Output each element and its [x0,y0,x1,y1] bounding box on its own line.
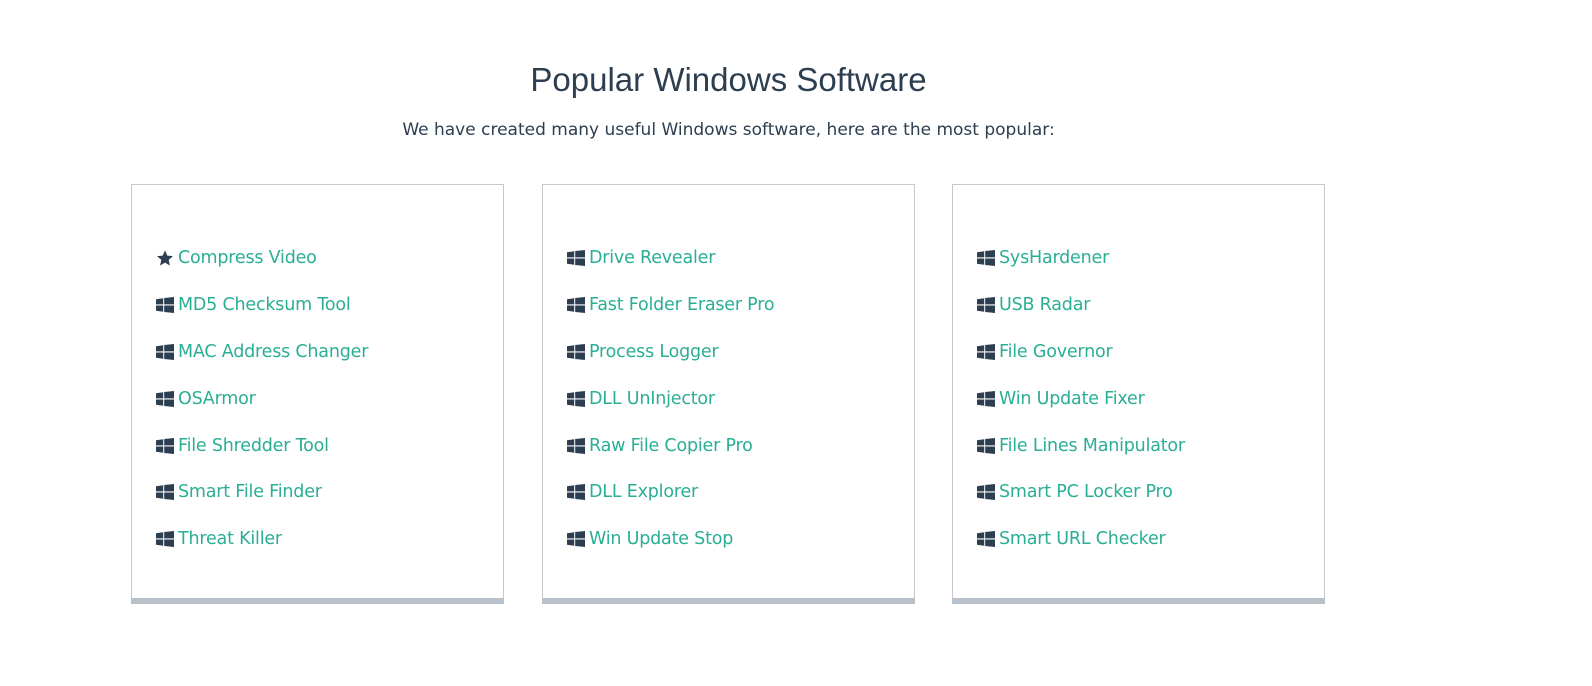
software-link[interactable]: File Shredder Tool [178,434,329,458]
software-link[interactable]: Fast Folder Eraser Pro [589,293,775,317]
windows-icon [566,437,585,454]
windows-icon [566,250,585,267]
list-item: USB Radar [976,282,1185,329]
software-link[interactable]: MD5 Checksum Tool [178,293,351,317]
software-list-3: SysHardener USB Radar File Governor Win Upd… [976,235,1185,563]
windows-icon [155,484,174,501]
popular-software-section: Popular Windows Software We have created… [0,0,1592,686]
windows-icon [566,390,585,407]
software-link[interactable]: Drive Revealer [589,246,715,270]
software-link[interactable]: Process Logger [589,340,719,364]
software-link[interactable]: File Governor [999,340,1113,364]
list-item: OSArmor [155,375,368,422]
list-item: File Governor [976,329,1185,376]
list-item: File Shredder Tool [155,422,368,469]
windows-icon [155,297,174,314]
software-link[interactable]: File Lines Manipulator [999,434,1185,458]
list-item: Smart File Finder [155,469,368,516]
software-card-2: Drive Revealer Fast Folder Eraser Pro Proc… [542,184,915,604]
windows-icon [976,531,995,548]
list-item: Compress Video [155,235,368,282]
list-item: DLL Explorer [566,469,774,516]
software-link[interactable]: DLL UnInjector [589,387,715,411]
software-link[interactable]: DLL Explorer [589,480,698,504]
section-subtitle: We have created many useful Windows soft… [402,120,1055,140]
windows-icon [566,531,585,548]
windows-icon [976,390,995,407]
software-link[interactable]: Smart PC Locker Pro [999,480,1173,504]
software-link[interactable]: SysHardener [999,246,1109,270]
windows-icon [155,437,174,454]
list-item: Fast Folder Eraser Pro [566,282,775,329]
list-item: MAC Address Changer [155,329,368,376]
windows-icon [155,390,174,407]
software-link[interactable]: MAC Address Changer [178,340,368,364]
list-item: Smart URL Checker [976,516,1185,563]
windows-icon [976,250,995,267]
list-item: DLL UnInjector [566,375,774,422]
list-item: Win Update Fixer [976,375,1185,422]
list-item: Win Update Stop [566,516,774,563]
list-item: Smart PC Locker Pro [976,469,1185,516]
list-item: SysHardener [976,235,1185,282]
windows-icon [566,343,585,360]
section-title: Popular Windows Software [530,61,927,98]
software-link[interactable]: OSArmor [178,387,256,411]
software-list-1: Compress Video MD5 Checksum Tool MAC Addre… [155,235,368,563]
star-icon [155,250,174,267]
software-link[interactable]: USB Radar [999,293,1090,317]
software-link[interactable]: Win Update Stop [589,527,733,551]
software-list-2: Drive Revealer Fast Folder Eraser Pro Proc… [566,235,775,563]
windows-icon [976,484,995,501]
software-link[interactable]: Smart URL Checker [999,527,1166,551]
windows-icon [155,343,174,360]
software-link[interactable]: Threat Killer [178,527,282,551]
list-item: Process Logger [566,329,774,376]
list-item: Drive Revealer [566,235,774,282]
software-card-3: SysHardener USB Radar File Governor Win Upd… [952,184,1325,604]
windows-icon [566,484,585,501]
software-card-1: Compress Video MD5 Checksum Tool MAC Addre… [131,184,504,604]
list-item: Raw File Copier Pro [566,422,774,469]
list-item: MD5 Checksum Tool [155,282,368,329]
windows-icon [976,343,995,360]
software-link[interactable]: Smart File Finder [178,480,322,504]
software-link[interactable]: Compress Video [178,246,317,270]
software-link[interactable]: Win Update Fixer [999,387,1145,411]
windows-icon [155,531,174,548]
windows-icon [566,297,585,314]
windows-icon [976,437,995,454]
list-item: File Lines Manipulator [976,422,1185,469]
software-link[interactable]: Raw File Copier Pro [589,434,753,458]
windows-icon [976,297,995,314]
list-item: Threat Killer [155,516,368,563]
